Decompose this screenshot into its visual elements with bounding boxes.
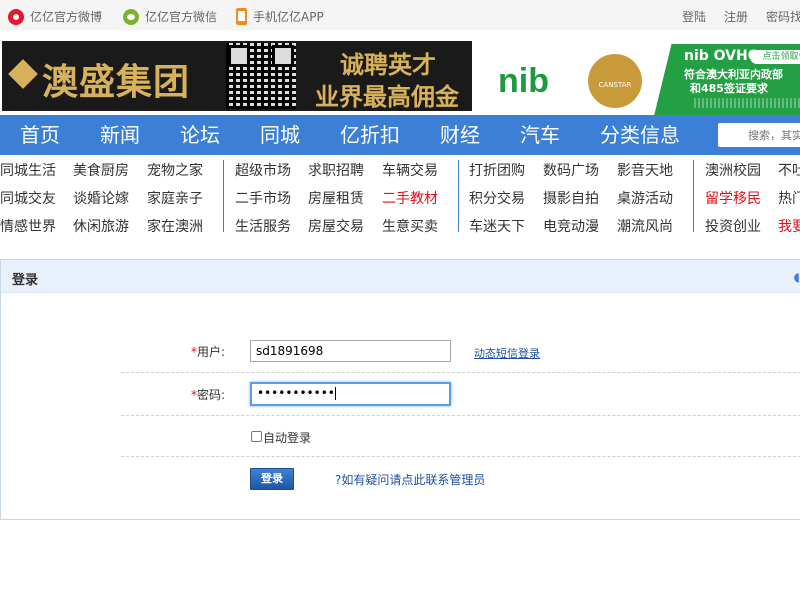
canstar-label: CANSTAR <box>598 81 632 89</box>
ovhc-panel: 点击领取保 nib OVHC 符合澳大利亚内政部 和485签证要求 <box>654 44 800 116</box>
auto-login-label[interactable]: 自动登录 <box>263 429 311 446</box>
category-link[interactable]: 电竞动漫 <box>543 216 599 236</box>
weibo-label: 亿亿官方微博 <box>30 10 103 24</box>
weibo-icon <box>8 8 24 25</box>
category-link[interactable]: 情感世界 <box>0 216 56 236</box>
password-label: *密码: <box>191 388 226 402</box>
nav-forum[interactable]: 论坛 <box>180 115 220 155</box>
search-input[interactable] <box>718 123 800 147</box>
category-link[interactable]: 车辆交易 <box>382 160 438 180</box>
phone-icon <box>236 8 247 25</box>
category-link-highlight[interactable]: 二手教材 <box>382 188 438 208</box>
password-field[interactable]: ••••••••••• <box>250 382 451 406</box>
category-link[interactable]: 热门 <box>778 188 800 208</box>
nav-local[interactable]: 同城 <box>260 115 300 155</box>
ad-banner-left[interactable]: 澳盛集团 诚聘英才 业界最高佣金 <box>2 41 472 111</box>
category-link[interactable]: 同城生活 <box>0 160 56 180</box>
category-link[interactable]: 家庭亲子 <box>147 188 203 208</box>
header-edge-link[interactable]: ◖ <box>794 270 800 284</box>
category-link[interactable]: 休闲旅游 <box>73 216 129 236</box>
category-link[interactable]: 家在澳洲 <box>147 216 203 236</box>
contact-admin-link[interactable]: ?如有疑问请点此联系管理员 <box>335 471 485 488</box>
canstar-badge-icon: CANSTAR <box>588 54 642 108</box>
wechat-link[interactable]: 亿亿官方微信 <box>123 8 217 25</box>
login-title: 登录 <box>12 273 39 288</box>
category-link[interactable]: 影音天地 <box>617 160 673 180</box>
login-header: 登录 ◖ <box>1 260 800 293</box>
category-link[interactable]: 投资创业 <box>705 216 761 236</box>
category-link[interactable]: 澳洲校园 <box>705 160 761 180</box>
category-link[interactable]: 求职招聘 <box>308 160 364 180</box>
category-link[interactable]: 生意买卖 <box>382 216 438 236</box>
category-link[interactable]: 数码广场 <box>543 160 599 180</box>
category-link[interactable]: 不吐 <box>778 160 800 180</box>
register-link[interactable]: 注册 <box>724 8 748 25</box>
ovhc-line2: 和485签证要求 <box>690 82 768 95</box>
auto-login-checkbox[interactable] <box>251 431 262 442</box>
nav-classifieds[interactable]: 分类信息 <box>600 115 680 155</box>
password-dots: ••••••••••• <box>257 386 335 400</box>
category-link[interactable]: 谈婚论嫁 <box>73 188 129 208</box>
category-link[interactable]: 美食厨房 <box>73 160 129 180</box>
wechat-label: 亿亿官方微信 <box>145 10 218 24</box>
qr-code-icon <box>226 43 296 109</box>
category-link[interactable]: 房屋交易 <box>308 216 364 236</box>
login-panel: 登录 ◖ *用户: 动态短信登录 *密码: ••••••••••• 自动登录 登… <box>0 259 800 520</box>
nib-logo: nib <box>498 62 549 100</box>
category-link[interactable]: 打折团购 <box>469 160 525 180</box>
fine-print <box>694 98 800 108</box>
username-label-text: 用户 <box>197 345 222 359</box>
banner-brand: 澳盛集团 <box>42 61 191 103</box>
nav-news[interactable]: 新闻 <box>100 115 140 155</box>
login-link[interactable]: 登陆 <box>682 8 706 25</box>
app-link[interactable]: 手机亿亿APP <box>236 8 324 25</box>
banner-line2: 业界最高佣金 <box>315 83 459 111</box>
category-link[interactable]: 同城交友 <box>0 188 56 208</box>
weibo-link[interactable]: 亿亿官方微博 <box>8 8 102 25</box>
nav-discount[interactable]: 亿折扣 <box>340 115 400 155</box>
category-link[interactable]: 生活服务 <box>235 216 291 236</box>
category-link[interactable]: 宠物之家 <box>147 160 203 180</box>
category-link[interactable]: 超级市场 <box>235 160 291 180</box>
top-bar: 亿亿官方微博 亿亿官方微信 手机亿亿APP 登陆 注册 密码找 <box>0 0 800 30</box>
category-link[interactable]: 潮流风尚 <box>617 216 673 236</box>
row-divider <box>121 456 800 457</box>
main-nav: 首页 新闻 论坛 同城 亿折扣 财经 汽车 分类信息 <box>0 115 800 155</box>
brand-logo-icon <box>8 59 38 89</box>
category-link[interactable]: 二手市场 <box>235 188 291 208</box>
category-link[interactable]: 车迷天下 <box>469 216 525 236</box>
category-link-highlight[interactable]: 留学移民 <box>705 188 761 208</box>
category-links: 同城生活 美食厨房 宠物之家 超级市场 求职招聘 车辆交易 打折团购 数码广场 … <box>0 156 800 240</box>
banner-line1: 诚聘英才 <box>340 51 436 79</box>
category-link[interactable]: 房屋租赁 <box>308 188 364 208</box>
category-link-highlight[interactable]: 我要 <box>778 216 800 236</box>
password-label-text: 密码 <box>197 388 222 402</box>
username-label: *用户: <box>191 345 226 359</box>
category-link[interactable]: 桌游活动 <box>617 188 673 208</box>
login-button[interactable]: 登录 <box>250 468 294 490</box>
category-link[interactable]: 积分交易 <box>469 188 525 208</box>
wechat-icon <box>123 8 139 25</box>
row-divider <box>121 415 800 416</box>
username-field[interactable] <box>250 340 451 362</box>
ad-banner-right[interactable]: nib CANSTAR 点击领取保 nib OVHC 符合澳大利亚内政部 和48… <box>478 44 800 116</box>
sms-login-link[interactable]: 动态短信登录 <box>474 345 540 361</box>
forgot-password-link[interactable]: 密码找 <box>766 8 800 25</box>
category-link[interactable]: 摄影自拍 <box>543 188 599 208</box>
ovhc-title: nib OVHC <box>684 48 759 64</box>
nav-auto[interactable]: 汽车 <box>520 115 560 155</box>
nav-home[interactable]: 首页 <box>20 115 60 155</box>
text-caret <box>334 387 336 400</box>
row-divider <box>121 372 800 373</box>
nav-finance[interactable]: 财经 <box>440 115 480 155</box>
app-label: 手机亿亿APP <box>253 10 324 24</box>
